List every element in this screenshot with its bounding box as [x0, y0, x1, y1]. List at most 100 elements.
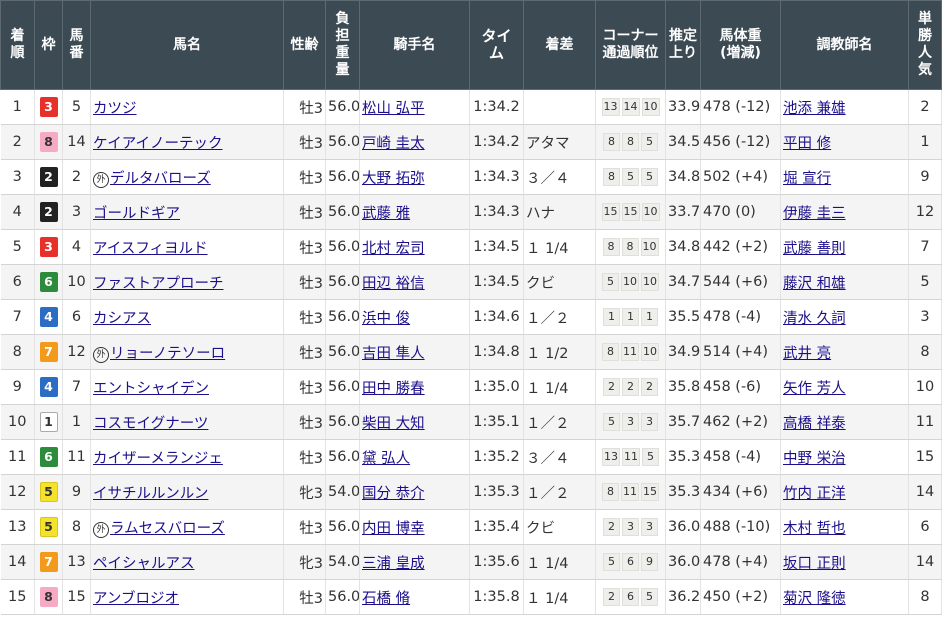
frame-cell: 6: [34, 439, 63, 475]
header-rank-label: 着順: [10, 28, 25, 61]
horse-name-link[interactable]: リョーノテソーロ: [110, 346, 225, 362]
margin-cell: クビ: [523, 509, 596, 545]
trainer-name-link[interactable]: 坂口 正則: [783, 556, 846, 572]
horse-name-link[interactable]: エントシャイデン: [93, 381, 209, 397]
corner-cell: 569: [595, 544, 666, 580]
horse-name-link[interactable]: ファストアプローチ: [93, 276, 224, 292]
rank-cell: 1: [0, 89, 35, 125]
horse-cell: ペイシャルアス: [90, 544, 284, 580]
table-row: 15 8 15 アンブロジオ 牡3 56.0 石橋 脩 1:35.8 １ 1/4…: [0, 579, 942, 615]
jockey-name-link[interactable]: 国分 恭介: [362, 486, 425, 502]
jockey-name-link[interactable]: 浜中 俊: [362, 311, 410, 327]
jockey-name-link[interactable]: 三浦 皇成: [362, 556, 425, 572]
jockey-cell: 北村 宏司: [359, 229, 470, 265]
jockey-cell: 吉田 隼人: [359, 334, 470, 370]
corner-cell: 533: [595, 404, 666, 440]
jockey-name-link[interactable]: 内田 博幸: [362, 521, 425, 537]
jockey-cell: 内田 博幸: [359, 509, 470, 545]
corner-positions: 8 8 10: [602, 238, 659, 256]
jockey-name-link[interactable]: 石橋 脩: [362, 591, 410, 607]
corner-positions: 8 11 10: [602, 343, 659, 361]
sex-age-cell: 牡3: [283, 194, 326, 230]
margin-cell: ３／４: [523, 159, 596, 195]
trainer-cell: 平田 修: [780, 124, 909, 160]
weight-cell: 56.0: [325, 299, 360, 335]
horse-name-link[interactable]: ゴールドギア: [93, 206, 180, 222]
horse-name-link[interactable]: カシアス: [93, 311, 151, 327]
trainer-cell: 藤沢 和雄: [780, 264, 909, 300]
jockey-name-link[interactable]: 田中 勝春: [362, 381, 425, 397]
horse-name-link[interactable]: アイスフィヨルド: [93, 241, 208, 257]
corner-cell: 233: [595, 509, 666, 545]
jockey-name-link[interactable]: 田辺 裕信: [362, 276, 425, 292]
frame-badge: 7: [39, 552, 58, 572]
margin-cell: ハナ: [523, 194, 596, 230]
horse-cell: カシアス: [90, 299, 284, 335]
trainer-name-link[interactable]: 菊沢 隆徳: [783, 591, 846, 607]
time-cell: 1:34.3: [469, 159, 524, 195]
horse-name-link[interactable]: カイザーメランジェ: [93, 451, 223, 467]
horse-name-link[interactable]: カツジ: [93, 101, 137, 117]
trainer-name-link[interactable]: 高橋 祥泰: [783, 416, 846, 432]
horse-cell: カツジ: [90, 89, 284, 125]
trainer-name-link[interactable]: 武藤 善則: [783, 241, 846, 257]
body-weight-cell: 462 (+2): [700, 404, 781, 440]
rank-cell: 6: [0, 264, 35, 300]
horse-name-link[interactable]: ラムセスバローズ: [110, 521, 225, 537]
weight-cell: 56.0: [325, 194, 360, 230]
horse-cell: 外ラムセスバローズ: [90, 509, 284, 545]
jockey-name-link[interactable]: 黛 弘人: [362, 451, 410, 467]
rank-cell: 7: [0, 299, 35, 335]
horse-name-link[interactable]: コスモイグナーツ: [93, 416, 208, 432]
horse-name-link[interactable]: ペイシャルアス: [93, 556, 195, 572]
trainer-name-link[interactable]: 藤沢 和雄: [783, 276, 846, 292]
frame-badge: 1: [39, 412, 58, 432]
jockey-name-link[interactable]: 松山 弘平: [362, 101, 425, 117]
header-body-weight-label: 馬体重(増減): [719, 28, 762, 61]
last3f-cell: 36.2: [665, 579, 701, 615]
trainer-name-link[interactable]: 堀 宣行: [783, 171, 831, 187]
jockey-name-link[interactable]: 戸崎 圭太: [362, 136, 425, 152]
trainer-cell: 池添 兼雄: [780, 89, 909, 125]
trainer-name-link[interactable]: 池添 兼雄: [783, 101, 846, 117]
trainer-name-link[interactable]: 平田 修: [783, 136, 831, 152]
jockey-cell: 三浦 皇成: [359, 544, 470, 580]
jockey-name-link[interactable]: 北村 宏司: [362, 241, 425, 257]
table-body: 1 3 5 カツジ 牡3 56.0 松山 弘平 1:34.2 13 14 10 33…: [0, 89, 942, 615]
rank-cell: 11: [0, 439, 35, 475]
sex-age-cell: 牡3: [283, 299, 326, 335]
body-weight-cell: 458 (-6): [700, 369, 781, 405]
last3f-cell: 35.3: [665, 439, 701, 475]
trainer-name-link[interactable]: 伊藤 圭三: [783, 206, 846, 222]
body-weight-cell: 478 (-4): [700, 299, 781, 335]
table-row: 3 2 2 外デルタバローズ 牡3 56.0 大野 拓弥 1:34.3 ３／４ …: [0, 159, 942, 195]
horse-name-link[interactable]: デルタバローズ: [110, 171, 211, 187]
rank-cell: 10: [0, 404, 35, 440]
header-frame: 枠: [34, 0, 63, 90]
trainer-name-link[interactable]: 中野 栄治: [783, 451, 846, 467]
trainer-name-link[interactable]: 矢作 芳人: [783, 381, 846, 397]
table-row: 5 3 4 アイスフィヨルド 牡3 56.0 北村 宏司 1:34.5 １ 1/…: [0, 229, 942, 265]
popularity-cell: 1: [908, 124, 942, 160]
corner-position: 10: [621, 273, 639, 291]
horse-name-link[interactable]: アンブロジオ: [93, 591, 179, 607]
frame-badge: 4: [39, 377, 58, 397]
trainer-name-link[interactable]: 武井 亮: [783, 346, 831, 362]
frame-badge: 7: [39, 342, 58, 362]
jockey-name-link[interactable]: 柴田 大知: [362, 416, 425, 432]
last3f-cell: 34.9: [665, 334, 701, 370]
trainer-name-link[interactable]: 清水 久詞: [783, 311, 846, 327]
jockey-name-link[interactable]: 武藤 雅: [362, 206, 410, 222]
trainer-cell: 堀 宣行: [780, 159, 909, 195]
horse-name-link[interactable]: イサチルルンルン: [93, 486, 208, 502]
jockey-name-link[interactable]: 大野 拓弥: [362, 171, 425, 187]
time-cell: 1:35.2: [469, 439, 524, 475]
frame-badge: 3: [39, 97, 58, 117]
jockey-name-link[interactable]: 吉田 隼人: [362, 346, 425, 362]
number-cell: 7: [62, 369, 91, 405]
horse-name-link[interactable]: ケイアイノーテック: [93, 136, 222, 152]
trainer-name-link[interactable]: 竹内 正洋: [783, 486, 846, 502]
trainer-name-link[interactable]: 木村 哲也: [783, 521, 846, 537]
number-cell: 14: [62, 124, 91, 160]
corner-position: 3: [622, 413, 639, 431]
